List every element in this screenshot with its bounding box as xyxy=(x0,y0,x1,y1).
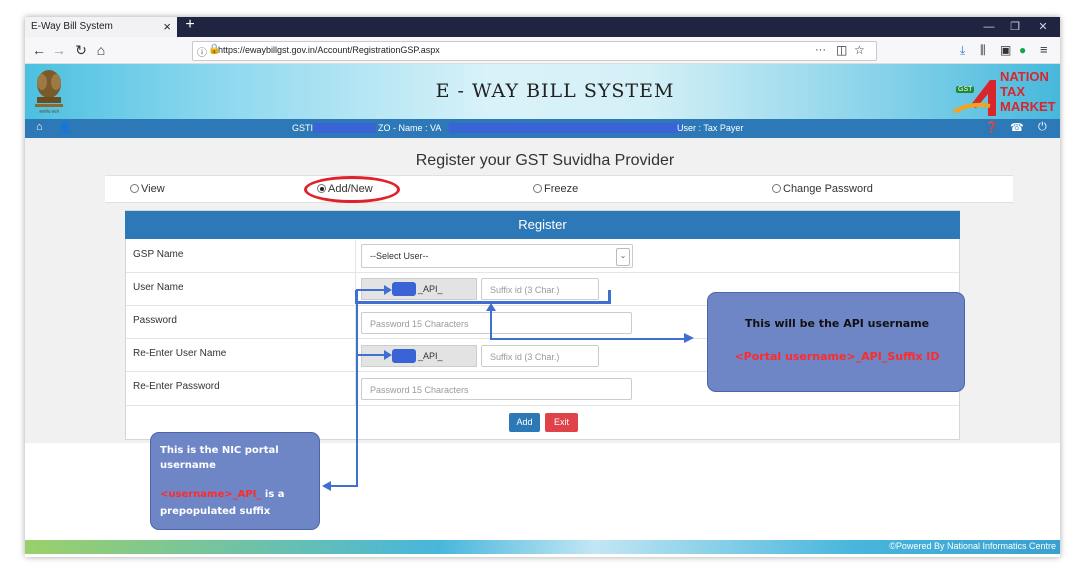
nic-callout-after-red: is a xyxy=(261,489,285,500)
arrow-head xyxy=(486,303,496,311)
download-icon[interactable]: ⤓ xyxy=(960,43,965,58)
arrow-head xyxy=(384,350,392,360)
redacted-username xyxy=(392,349,416,363)
tab-title: E-Way Bill System xyxy=(31,21,113,32)
minimize-icon[interactable]: — xyxy=(978,17,1000,37)
restore-icon[interactable]: ❐ xyxy=(1004,17,1026,37)
gsp-name-label: GSP Name xyxy=(133,249,184,260)
api-prefix-text: _API_ xyxy=(418,284,443,294)
back-icon[interactable]: ← xyxy=(30,41,48,59)
extension-icon[interactable]: ● xyxy=(1019,43,1026,57)
row-divider xyxy=(126,405,959,406)
power-icon[interactable]: ⏻ xyxy=(1038,121,1047,134)
close-window-icon[interactable]: ✕ xyxy=(1032,17,1054,37)
arrow-head xyxy=(384,285,392,295)
api-prefix-text: _API_ xyxy=(418,351,443,361)
nic-callout-line3: <username>_API_ is a xyxy=(160,489,285,500)
emblem-caption: सत्यमेव जयते xyxy=(39,109,59,114)
reenter-username-label: Re-Enter User Name xyxy=(133,348,227,359)
nic-username-callout: This is the NIC portal username <usernam… xyxy=(150,432,320,530)
arrow-line xyxy=(330,485,358,487)
gsp-select-value: --Select User-- xyxy=(370,251,429,261)
radio-view-button[interactable] xyxy=(130,184,139,193)
api-username-callout: This will be the API username <Portal us… xyxy=(707,292,965,392)
pocket-icon[interactable]: ◫ xyxy=(836,43,847,57)
radio-freeze[interactable]: Freeze xyxy=(533,183,578,195)
footer-text: ©Powered By National Informatics Centre xyxy=(889,541,1056,551)
add-button[interactable]: Add xyxy=(509,413,540,432)
bracket-line xyxy=(355,301,611,304)
page-heading: Register your GST Suvidha Provider xyxy=(415,152,675,169)
logo-text-market: MARKET xyxy=(1000,99,1056,114)
register-panel-title: Register xyxy=(125,211,960,239)
arrow-head xyxy=(322,481,331,491)
info-icon[interactable]: ⓘ xyxy=(197,44,207,59)
bookmark-star-icon[interactable]: ☆ xyxy=(854,43,865,57)
library-icon[interactable]: ⫼ xyxy=(980,43,986,58)
logo-text-nation: NATION xyxy=(1000,69,1049,84)
national-emblem-icon: सत्यमेव जयते xyxy=(30,66,68,116)
password-input[interactable]: Password 15 Characters xyxy=(361,312,632,334)
page-footer: ©Powered By National Informatics Centre xyxy=(25,540,1060,554)
api-callout-format: <Portal username>_API_Suffix ID xyxy=(734,350,940,363)
nic-callout-red: <username>_API_ xyxy=(160,489,262,500)
chevron-down-icon[interactable]: ⌄ xyxy=(616,248,630,266)
tab-close-icon[interactable]: × xyxy=(163,19,171,34)
suffix-id-input-confirm[interactable]: Suffix id (3 Char.) xyxy=(481,345,599,367)
highlight-circle xyxy=(304,176,400,203)
zo-name-label: ZO - Name : VA xyxy=(378,123,442,133)
redacted-name xyxy=(449,123,681,133)
exit-button[interactable]: Exit xyxy=(545,413,578,432)
api-callout-title: This will be the API username xyxy=(744,317,930,330)
radio-freeze-button[interactable] xyxy=(533,184,542,193)
radio-view-label: View xyxy=(141,183,165,195)
redacted-username xyxy=(392,282,416,296)
arrow-line xyxy=(490,309,492,339)
radio-freeze-label: Freeze xyxy=(544,183,579,195)
nation-tax-market-logo: GST NATION TAX MARKET xyxy=(950,66,1060,118)
help-icon[interactable]: ❓ xyxy=(985,121,999,134)
browser-tab[interactable]: E-Way Bill System × xyxy=(25,17,177,37)
arrow-line xyxy=(356,289,358,487)
api-prefix-field-confirm: _API_ xyxy=(361,345,477,367)
user-name-label: User Name xyxy=(133,282,184,293)
redacted-gstin xyxy=(313,123,376,133)
reload-icon[interactable]: ↻ xyxy=(72,41,90,59)
sidebar-icon[interactable]: ▣ xyxy=(1000,43,1011,57)
menu-icon[interactable]: ≡ xyxy=(1040,42,1048,57)
nic-callout-line4: prepopulated suffix xyxy=(160,506,271,517)
bracket-line xyxy=(608,290,611,304)
nic-callout-line2: username xyxy=(160,460,216,471)
arrow-head xyxy=(684,333,694,343)
nic-callout-line1: This is the NIC portal xyxy=(160,445,279,456)
logo-text-tax: TAX xyxy=(1000,84,1026,99)
radio-change-password[interactable]: Change Password xyxy=(772,183,873,195)
user-type-label: User : Tax Payer xyxy=(677,123,744,133)
radio-view[interactable]: View xyxy=(130,183,165,195)
new-tab-icon[interactable]: + xyxy=(182,17,198,35)
page-actions-icon[interactable]: ··· xyxy=(815,44,826,56)
reenter-password-label: Re-Enter Password xyxy=(133,381,220,392)
gst-badge: GST xyxy=(956,86,975,93)
suffix-id-input[interactable]: Suffix id (3 Char.) xyxy=(481,278,599,300)
row-divider xyxy=(126,272,959,273)
radio-change-password-button[interactable] xyxy=(772,184,781,193)
reenter-password-input[interactable]: Password 15 Characters xyxy=(361,378,632,400)
arrow-line xyxy=(490,338,690,340)
browser-titlebar xyxy=(25,17,1060,37)
url-text[interactable]: https://ewaybillgst.gov.in/Account/Regis… xyxy=(218,45,440,55)
user-nav-icon[interactable]: 👤 xyxy=(58,121,72,134)
forward-icon[interactable]: → xyxy=(50,41,68,59)
phone-icon[interactable]: ☎ xyxy=(1010,121,1024,134)
home-icon[interactable]: ⌂ xyxy=(92,41,110,59)
gsp-name-select[interactable]: --Select User-- ⌄ xyxy=(361,244,633,268)
site-title: E - WAY BILL SYSTEM xyxy=(435,80,675,102)
radio-change-password-label: Change Password xyxy=(783,183,873,195)
home-nav-icon[interactable]: ⌂ xyxy=(36,121,43,133)
gstin-label: GSTI xyxy=(292,123,314,133)
password-label: Password xyxy=(133,315,177,326)
